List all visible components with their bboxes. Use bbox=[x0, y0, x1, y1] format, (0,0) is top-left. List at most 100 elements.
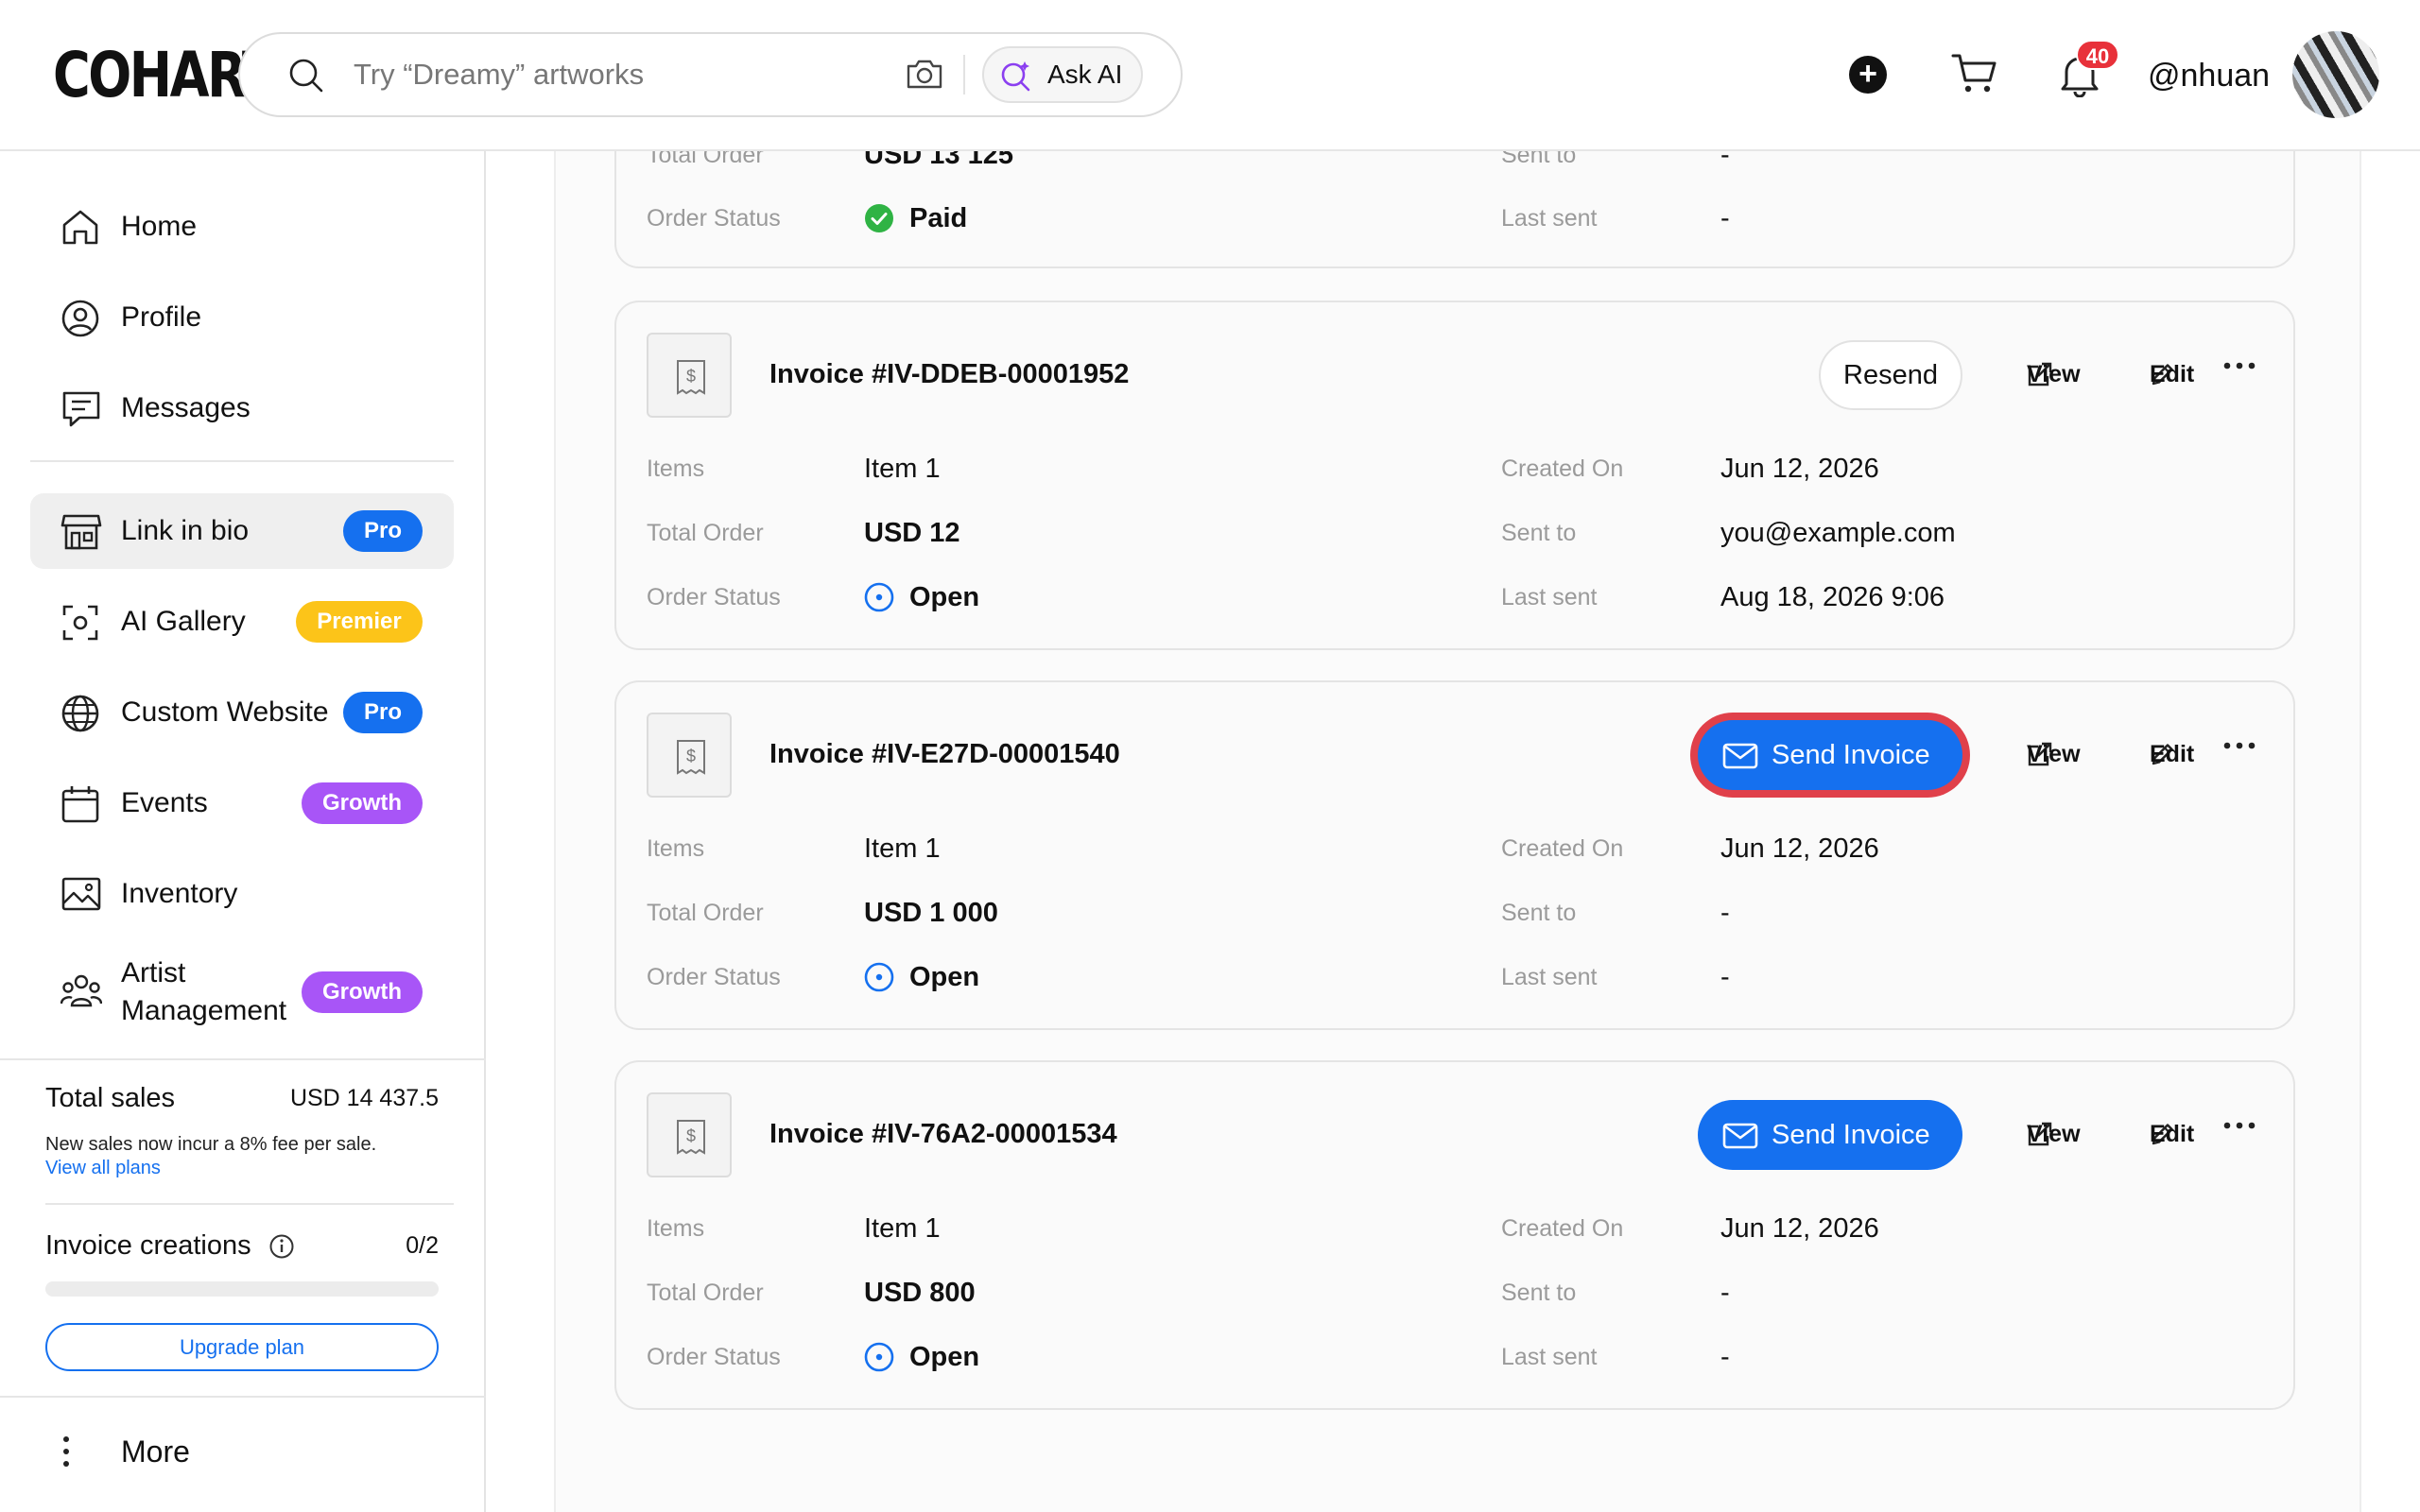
items-value: Item 1 bbox=[864, 833, 941, 864]
open-status-icon bbox=[864, 962, 894, 992]
invoice-title[interactable]: Invoice #IV-DDEB-00001952 bbox=[769, 350, 1129, 399]
sidebar-item-link-in-bio[interactable]: Link in bio Pro bbox=[30, 493, 454, 569]
sent-to-value: - bbox=[1720, 898, 1730, 928]
invoice-title[interactable]: Invoice #IV-E27D-00001540 bbox=[769, 730, 1120, 779]
search-separator bbox=[963, 55, 965, 94]
invoice-row: Order Status Open Last sent - bbox=[647, 1338, 2254, 1376]
invoice-creations-count: 0/2 bbox=[406, 1232, 439, 1259]
created-on-label: Created On bbox=[1501, 1215, 1624, 1242]
edit-label: Edit bbox=[2150, 741, 2195, 767]
search-input[interactable]: Try “Dreamy” artworks bbox=[354, 34, 644, 115]
invoice-title[interactable]: Invoice #IV-76A2-00001534 bbox=[769, 1109, 1117, 1159]
user-circle-icon bbox=[60, 299, 100, 338]
created-on-label: Created On bbox=[1501, 835, 1624, 862]
sidebar: Home Profile Messages Link in bio Pro AI… bbox=[0, 151, 486, 1512]
check-circle-icon bbox=[864, 203, 894, 233]
open-status-icon bbox=[864, 1342, 894, 1372]
sidebar-item-messages[interactable]: Messages bbox=[30, 370, 454, 446]
main-content: Total Order USD 13 125 Sent to - Order S… bbox=[486, 0, 2420, 1512]
sidebar-item-profile[interactable]: Profile bbox=[30, 280, 454, 355]
create-plus-button[interactable]: + bbox=[1849, 56, 1887, 94]
more-horizontal-icon[interactable] bbox=[2223, 741, 2256, 750]
upgrade-plan-button[interactable]: Upgrade plan bbox=[45, 1323, 439, 1371]
sidebar-item-events[interactable]: Events Growth bbox=[30, 765, 454, 841]
sent-to-value: - bbox=[1720, 1278, 1730, 1308]
send-invoice-button[interactable]: Send Invoice bbox=[1698, 1100, 1962, 1170]
view-label: View bbox=[2027, 1121, 2081, 1147]
search-icon bbox=[287, 57, 325, 94]
invoice-row: Order Status Paid Last sent - bbox=[647, 199, 2254, 237]
svg-text:$: $ bbox=[686, 747, 696, 765]
sent-to-label: Sent to bbox=[1501, 520, 1577, 546]
sidebar-item-label: Profile bbox=[121, 301, 202, 333]
invoice-row: Items Item 1 Created On Jun 12, 2026 bbox=[647, 830, 2254, 868]
sidebar-item-label: Custom Website bbox=[121, 696, 329, 728]
sent-to-label: Sent to bbox=[1501, 1280, 1577, 1306]
notification-badge: 40 bbox=[2076, 40, 2119, 70]
sidebar-item-label: Events bbox=[121, 787, 208, 818]
more-label: More bbox=[121, 1435, 190, 1469]
receipt-icon: $ bbox=[647, 713, 732, 798]
username[interactable]: @nhuan bbox=[2148, 47, 2270, 104]
invoice-row: Total Order USD 12 Sent to you@example.c… bbox=[647, 514, 2254, 552]
send-invoice-label: Send Invoice bbox=[1772, 740, 1930, 770]
invoice-card: $ Invoice #IV-E27D-00001540 Send Invoice… bbox=[614, 680, 2295, 1030]
svg-text:$: $ bbox=[686, 1126, 696, 1145]
mail-icon bbox=[1722, 1123, 1758, 1149]
sidebar-item-custom-website[interactable]: Custom Website Pro bbox=[30, 675, 454, 750]
more-vertical-icon bbox=[60, 1435, 72, 1469]
more-horizontal-icon[interactable] bbox=[2223, 1121, 2256, 1130]
status-value: Open bbox=[909, 1342, 980, 1372]
image-icon bbox=[60, 875, 102, 913]
sidebar-item-artist-management[interactable]: Artist Management Growth bbox=[30, 947, 454, 1038]
chat-icon bbox=[60, 389, 102, 429]
items-label: Items bbox=[647, 455, 705, 482]
send-invoice-label: Send Invoice bbox=[1772, 1120, 1930, 1150]
sidebar-item-home[interactable]: Home bbox=[30, 189, 454, 265]
sales-fee-note: New sales now incur a 8% fee per sale. bbox=[45, 1134, 377, 1155]
resend-button[interactable]: Resend bbox=[1819, 340, 1962, 410]
total-order-label: Total Order bbox=[647, 520, 764, 546]
total-order-label: Total Order bbox=[647, 1280, 764, 1306]
total-order-value: USD 1 000 bbox=[864, 898, 998, 928]
invoice-row: Items Item 1 Created On Jun 12, 2026 bbox=[647, 1210, 2254, 1247]
last-sent-label: Last sent bbox=[1501, 1344, 1598, 1370]
edit-label: Edit bbox=[2150, 361, 2195, 387]
svg-text:$: $ bbox=[686, 367, 696, 386]
invoice-row: Total Order USD 800 Sent to - bbox=[647, 1274, 2254, 1312]
status-value: Paid bbox=[909, 203, 968, 233]
last-sent-value: - bbox=[1720, 1342, 1730, 1372]
status-value: Open bbox=[909, 582, 980, 612]
sidebar-item-label: Artist Management bbox=[121, 957, 287, 1026]
invoice-row: Order Status Open Last sent - bbox=[647, 958, 2254, 996]
last-sent-value: - bbox=[1720, 203, 1730, 233]
search-bar[interactable]: Try “Dreamy” artworks Ask AI bbox=[238, 32, 1183, 117]
sidebar-item-label: Messages bbox=[121, 392, 251, 423]
items-label: Items bbox=[647, 835, 705, 862]
sidebar-item-ai-gallery[interactable]: AI Gallery Premier bbox=[30, 584, 454, 660]
cart-icon[interactable] bbox=[1951, 52, 1996, 95]
ask-ai-button[interactable]: Ask AI bbox=[982, 46, 1143, 103]
invoice-creations-label: Invoice creations bbox=[45, 1230, 251, 1261]
store-icon bbox=[60, 512, 102, 552]
info-icon[interactable] bbox=[268, 1233, 295, 1260]
more-horizontal-icon[interactable] bbox=[2223, 361, 2256, 370]
sidebar-item-label: Home bbox=[121, 211, 198, 242]
avatar[interactable] bbox=[2292, 31, 2379, 118]
pro-badge: Pro bbox=[343, 692, 423, 733]
view-all-plans-link[interactable]: View all plans bbox=[45, 1156, 161, 1180]
total-order-value: USD 12 bbox=[864, 518, 960, 548]
order-status-label: Order Status bbox=[647, 964, 781, 990]
sidebar-item-label: Link in bio bbox=[121, 515, 250, 546]
send-invoice-button[interactable]: Send Invoice bbox=[1698, 720, 1962, 790]
growth-badge: Growth bbox=[302, 782, 423, 824]
items-value: Item 1 bbox=[864, 454, 941, 484]
items-value: Item 1 bbox=[864, 1213, 941, 1244]
total-order-label: Total Order bbox=[647, 900, 764, 926]
created-on-label: Created On bbox=[1501, 455, 1624, 482]
view-label: View bbox=[2027, 361, 2081, 387]
camera-icon[interactable] bbox=[905, 55, 944, 93]
sidebar-item-inventory[interactable]: Inventory bbox=[30, 856, 454, 932]
last-sent-label: Last sent bbox=[1501, 584, 1598, 610]
receipt-icon: $ bbox=[647, 1092, 732, 1177]
